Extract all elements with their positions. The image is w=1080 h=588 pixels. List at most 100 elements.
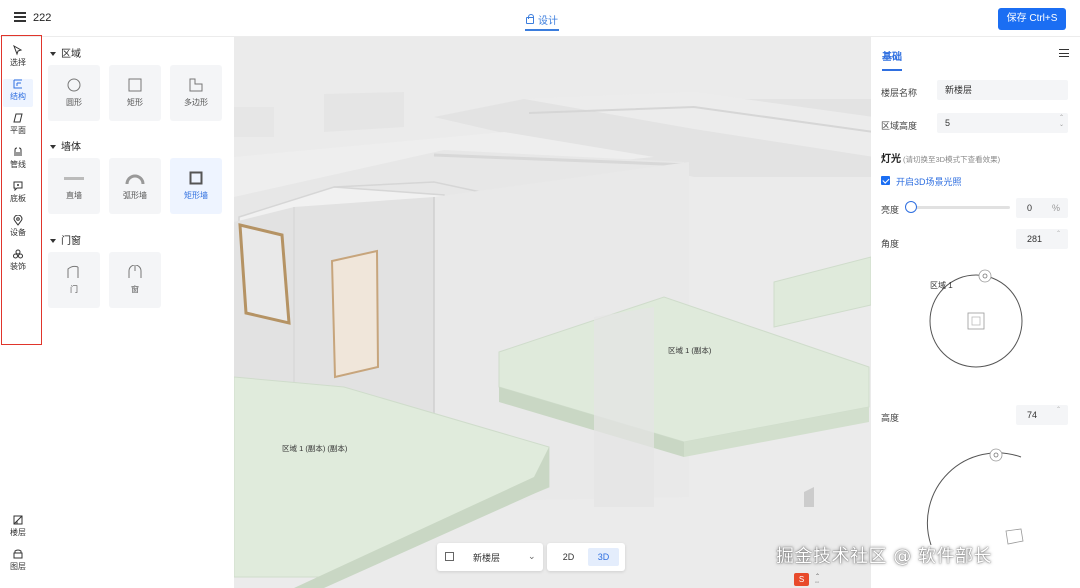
section-title-label: 门窗 xyxy=(61,236,81,247)
tray-icon[interactable]: ⌃ ◦◦ xyxy=(815,574,820,586)
tile-arc-wall[interactable]: 弧形墙 xyxy=(109,158,161,214)
floor-select[interactable]: 新楼层 ⌄ xyxy=(437,543,543,571)
ime-icon[interactable]: S xyxy=(794,573,809,586)
tab-design[interactable]: 设计 xyxy=(525,12,559,31)
tile-label: 门 xyxy=(70,285,78,294)
component-palette: 区域 圆形 矩形 多边形 墙体 直墙 弧形墙 矩形墙 门窗 门 窗 xyxy=(42,37,234,588)
tile-rectangle[interactable]: 矩形 xyxy=(109,65,161,121)
floor-icon xyxy=(3,515,33,528)
rail-item-baseboard[interactable]: 底板 xyxy=(3,181,33,209)
rail-item-floor[interactable]: 楼层 xyxy=(3,515,33,543)
tab-design-label: 设计 xyxy=(538,16,558,27)
floor-name-field[interactable]: 新楼层 xyxy=(937,80,1068,100)
tile-polygon[interactable]: 多边形 xyxy=(170,65,222,121)
decoration-icon xyxy=(3,249,33,262)
left-tool-rail: 选择 结构 平面 管线 底板 设备 装饰 楼层 图层 xyxy=(0,37,40,588)
baseboard-icon xyxy=(3,181,33,194)
tile-label: 矩形 xyxy=(127,98,143,107)
3d-viewport[interactable]: 区域 1 (副本) 区域 1 (副本) (副本) 新楼层 ⌄ 2D 3D xyxy=(234,37,871,588)
save-button[interactable]: 保存 Ctrl+S xyxy=(998,8,1066,30)
collapse-panel-icon[interactable] xyxy=(1059,49,1069,58)
dial-region-label: 区域 1 xyxy=(930,281,953,290)
region-height-label: 区域高度 xyxy=(881,121,918,131)
door-icon xyxy=(67,265,79,278)
enable-light-checkbox[interactable] xyxy=(881,176,890,185)
tile-label: 多边形 xyxy=(184,98,208,107)
menu-icon[interactable] xyxy=(14,12,26,22)
chevron-down-icon: ⌄ xyxy=(528,551,536,561)
rail-item-select[interactable]: 选择 xyxy=(3,44,33,73)
top-bar: 222 设计 保存 Ctrl+S xyxy=(0,0,1080,37)
tile-label: 弧形墙 xyxy=(123,191,147,200)
region-height-value: 5 xyxy=(945,118,951,128)
project-name: 222 xyxy=(33,12,52,24)
device-icon xyxy=(3,214,33,228)
arc-wall-icon xyxy=(125,174,145,185)
spinner-up-icon[interactable]: ⌃ xyxy=(1056,400,1061,420)
properties-panel: 基础 楼层名称 新楼层 区域高度 5 ⌃ ⌄ 灯光 (请切换至3D模式下查看效果) … xyxy=(871,37,1080,588)
rail-item-label: 平面 xyxy=(10,126,26,135)
lock-icon xyxy=(526,14,534,24)
rail-item-label: 装饰 xyxy=(10,262,26,271)
angle-label: 角度 xyxy=(881,239,900,249)
rail-item-label: 选择 xyxy=(10,58,26,67)
tab-basic[interactable]: 基础 xyxy=(882,48,902,71)
mode-2d-button[interactable]: 2D xyxy=(553,548,584,566)
tile-window[interactable]: 窗 xyxy=(109,252,161,308)
tile-label: 矩形墙 xyxy=(184,191,208,200)
rail-item-decoration[interactable]: 装饰 xyxy=(3,249,33,277)
section-title-label: 区域 xyxy=(61,49,81,60)
rail-item-label: 图层 xyxy=(10,562,26,571)
section-title-region[interactable]: 区域 xyxy=(50,45,81,60)
tile-straight-wall[interactable]: 直墙 xyxy=(48,158,100,214)
watermark: 掘金技术社区 @ 软件部长 xyxy=(776,546,992,567)
brightness-slider-track[interactable] xyxy=(910,206,1010,209)
tile-rect-wall[interactable]: 矩形墙 xyxy=(170,158,222,214)
mode-3d-button[interactable]: 3D xyxy=(588,548,619,566)
region-height-stepper[interactable]: 5 ⌃ ⌄ xyxy=(937,113,1068,133)
pipeline-icon xyxy=(3,147,33,160)
altitude-input[interactable]: 74 ⌃ xyxy=(1016,405,1068,425)
rail-item-label: 底板 xyxy=(10,194,26,203)
circle-icon xyxy=(67,78,81,92)
rail-item-device[interactable]: 设备 xyxy=(3,214,33,243)
brightness-input[interactable]: 0 % xyxy=(1016,198,1068,218)
rail-item-label: 设备 xyxy=(10,228,26,237)
rail-item-pipeline[interactable]: 管线 xyxy=(3,147,33,175)
rectangle-icon xyxy=(128,78,142,92)
window-icon xyxy=(128,265,142,278)
rail-item-plane[interactable]: 平面 xyxy=(3,113,33,141)
floor-icon xyxy=(445,552,454,561)
rect-wall-icon xyxy=(189,171,203,185)
region-label[interactable]: 区域 1 (副本) xyxy=(668,345,711,356)
brightness-slider-thumb[interactable] xyxy=(905,201,917,213)
layer-icon xyxy=(3,549,33,562)
angle-input[interactable]: 281 ⌃ xyxy=(1016,229,1068,249)
tile-circle[interactable]: 圆形 xyxy=(48,65,100,121)
cursor-icon xyxy=(3,44,33,58)
region-label[interactable]: 区域 1 (副本) (副本) xyxy=(282,443,347,454)
brightness-label: 亮度 xyxy=(881,205,900,215)
enable-light-label[interactable]: 开启3D场景光照 xyxy=(896,175,962,188)
straight-wall-icon xyxy=(64,177,84,180)
scene-render xyxy=(234,37,871,588)
section-title-wall[interactable]: 墙体 xyxy=(50,138,81,153)
caret-down-icon xyxy=(50,52,56,56)
rail-item-label: 管线 xyxy=(10,160,26,169)
light-heading-text: 灯光 xyxy=(881,154,901,165)
angle-value: 281 xyxy=(1027,234,1043,244)
rail-item-label: 结构 xyxy=(10,92,26,101)
spinner-up-icon[interactable]: ⌃ xyxy=(1056,224,1061,244)
tile-door[interactable]: 门 xyxy=(48,252,100,308)
structure-icon xyxy=(3,79,33,92)
angle-dial[interactable] xyxy=(871,267,1080,407)
light-hint: (请切换至3D模式下查看效果) xyxy=(903,155,1001,164)
rail-item-structure[interactable]: 结构 xyxy=(3,79,33,107)
tile-label: 直墙 xyxy=(66,191,82,200)
section-title-doors-windows[interactable]: 门窗 xyxy=(50,232,81,247)
polygon-icon xyxy=(189,78,203,92)
spinner-arrows-icon[interactable]: ⌃ ⌄ xyxy=(1059,115,1064,129)
section-title-label: 墙体 xyxy=(61,142,81,153)
light-heading: 灯光 (请切换至3D模式下查看效果) xyxy=(881,150,1000,165)
rail-item-layer[interactable]: 图层 xyxy=(3,549,33,577)
